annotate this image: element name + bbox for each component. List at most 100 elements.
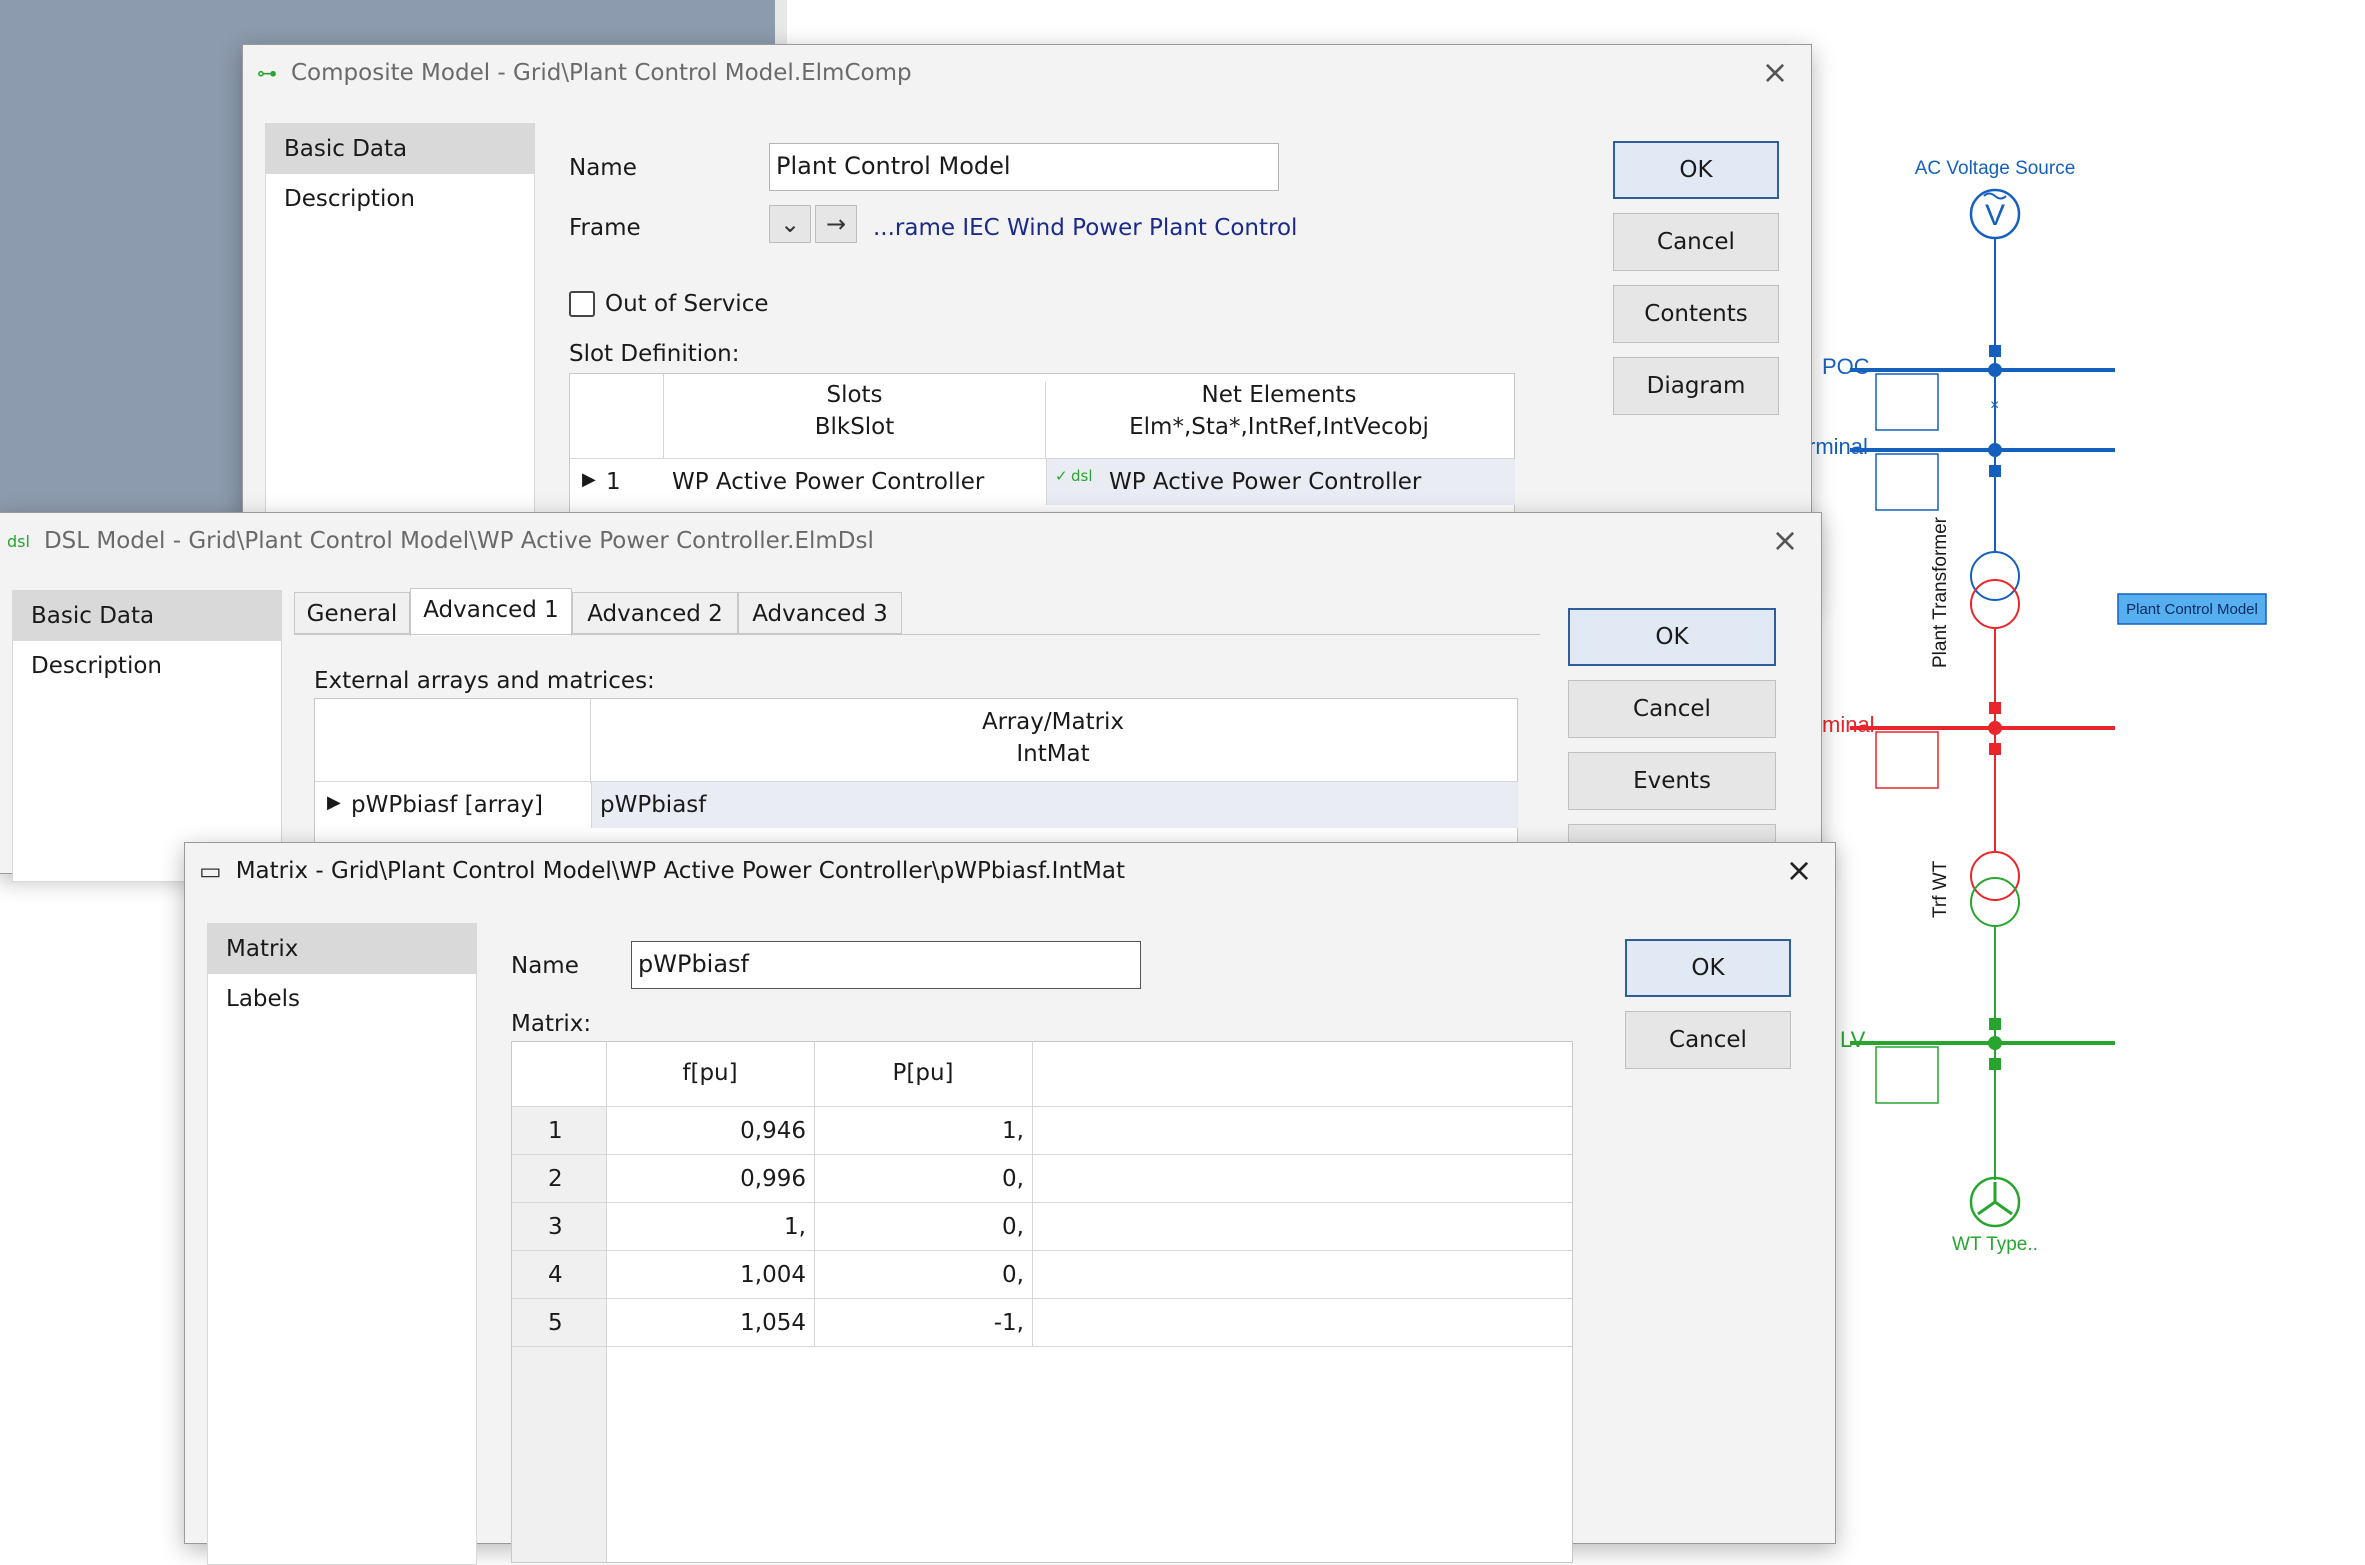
cell-p[interactable]: -1, (814, 1310, 1024, 1336)
name-input[interactable]: Plant Control Model (769, 143, 1279, 191)
nav-labels[interactable]: Labels (208, 974, 476, 1024)
row-index: 3 (548, 1214, 563, 1240)
ext-col-name (315, 699, 591, 783)
plant-control-label: Plant Control Model (2126, 601, 2258, 618)
table-row[interactable]: 4 1,004 0, (512, 1250, 1572, 1299)
row-index: 1 (548, 1118, 563, 1144)
hidden-button[interactable] (1568, 824, 1776, 844)
nav-basic-data[interactable]: Basic Data (266, 124, 534, 174)
col-header-f[interactable]: f[pu] (606, 1060, 814, 1086)
col-header-p[interactable]: P[pu] (814, 1060, 1032, 1086)
frame-link[interactable]: ...rame IEC Wind Power Plant Control (873, 215, 1297, 241)
slot-definition-label: Slot Definition: (569, 341, 740, 367)
array-matrix-header: Array/Matrix (981, 709, 1125, 735)
close-icon[interactable]: × (1769, 524, 1801, 557)
tab-advanced-3[interactable]: Advanced 3 (738, 592, 902, 634)
out-of-service-checkbox[interactable] (569, 291, 595, 317)
row-array-value: pWPbiasf (600, 792, 707, 818)
slot-col-slots[interactable]: Slots BlkSlot (664, 382, 1046, 458)
nav-description[interactable]: Description (266, 174, 534, 224)
expand-arrow-icon[interactable]: ▶ (582, 469, 596, 490)
name-input[interactable]: pWPbiasf (631, 941, 1141, 989)
cell-f[interactable]: 1,004 (606, 1262, 806, 1288)
table-row[interactable]: ▶ pWPbiasf [array] pWPbiasf (315, 781, 1518, 828)
array-matrix-type: IntMat (1016, 741, 1090, 767)
corner-cell (512, 1042, 607, 1106)
arrow-right-icon: → (825, 210, 847, 238)
row-net-cell[interactable]: ✓ dsl WP Active Power Controller (1046, 459, 1515, 505)
table-row[interactable]: 1 0,946 1, (512, 1106, 1572, 1155)
net-type: Elm*,Sta*,IntRef,IntVecobj (1129, 414, 1429, 440)
breaker-4 (1989, 743, 2001, 755)
row-index: 2 (548, 1166, 563, 1192)
name-label: Name (511, 953, 579, 979)
plant-transformer-hv-winding[interactable] (1970, 551, 2020, 601)
slots-type: BlkSlot (814, 414, 895, 440)
bus-terminal-2-box (1875, 731, 1939, 789)
tab-strip-line (294, 634, 1540, 635)
ext-col-array[interactable]: Array/Matrix IntMat (591, 709, 1515, 767)
nav-matrix[interactable]: Matrix (208, 924, 476, 974)
bus-poc-label: POC (1822, 354, 1870, 379)
frame-label: Frame (569, 215, 641, 241)
ok-button[interactable]: OK (1613, 141, 1779, 199)
contents-button[interactable]: Contents (1613, 285, 1779, 343)
cell-p[interactable]: 0, (814, 1262, 1024, 1288)
cell-f[interactable]: 0,946 (606, 1118, 806, 1144)
check-icon: ✓ (1055, 467, 1068, 485)
cell-f[interactable]: 1, (606, 1214, 806, 1240)
cell-p[interactable]: 0, (814, 1214, 1024, 1240)
cell-f[interactable]: 0,996 (606, 1166, 806, 1192)
bus-poc-box (1875, 373, 1939, 431)
row-slot: WP Active Power Controller (672, 469, 985, 495)
diagram-button[interactable]: Diagram (1613, 357, 1779, 415)
table-row[interactable]: ▶ 1 WP Active Power Controller ✓ dsl WP … (570, 458, 1515, 505)
plant-transformer-label: Plant Transformer (1930, 516, 1951, 668)
dsl-nav: Basic Data Description (12, 590, 282, 882)
breaker-5 (1989, 1018, 2001, 1030)
cell-f[interactable]: 1,054 (606, 1310, 806, 1336)
breaker-6 (1989, 1058, 2001, 1070)
nav-description[interactable]: Description (13, 641, 281, 691)
row-index: 4 (548, 1262, 563, 1288)
ok-button[interactable]: OK (1568, 608, 1776, 666)
close-icon[interactable]: × (1783, 854, 1815, 887)
breaker-3 (1989, 702, 2001, 714)
name-label: Name (569, 155, 637, 181)
close-icon[interactable]: × (1759, 56, 1791, 89)
slot-col-net[interactable]: Net Elements Elm*,Sta*,IntRef,IntVecobj (1046, 382, 1512, 440)
dsl-icon: dsl (7, 531, 30, 551)
dsl-tag: dsl (1071, 467, 1093, 485)
tab-advanced-1[interactable]: Advanced 1 (410, 588, 572, 636)
table-row[interactable]: 5 1,054 -1, (512, 1298, 1572, 1347)
source-label: AC Voltage Source (1915, 158, 2076, 179)
out-of-service-label: Out of Service (605, 291, 769, 317)
nav-basic-data[interactable]: Basic Data (13, 591, 281, 641)
cancel-button[interactable]: Cancel (1625, 1011, 1791, 1069)
row-array-value-cell[interactable]: pWPbiasf (591, 782, 1518, 828)
cancel-button[interactable]: Cancel (1613, 213, 1779, 271)
cell-p[interactable]: 1, (814, 1118, 1024, 1144)
external-arrays-label: External arrays and matrices: (314, 668, 655, 694)
dsl-title: DSL Model - Grid\Plant Control Model\WP … (43, 528, 874, 554)
wt-transformer-hv-winding[interactable] (1970, 851, 2020, 901)
cancel-button[interactable]: Cancel (1568, 680, 1776, 738)
source-symbol-letter: V (1985, 199, 2005, 232)
node-lv (1988, 1036, 2002, 1050)
expand-arrow-icon[interactable]: ▶ (327, 792, 341, 813)
events-button[interactable]: Events (1568, 752, 1776, 810)
node-terminal-2 (1988, 721, 2002, 735)
frame-dropdown-button[interactable]: ⌄ (769, 205, 811, 243)
table-row[interactable]: 3 1, 0, (512, 1202, 1572, 1251)
frame-jump-button[interactable]: → (815, 205, 857, 243)
open-switch-mark: × (1990, 397, 1999, 414)
tab-advanced-2[interactable]: Advanced 2 (572, 592, 738, 634)
table-row[interactable]: 2 0,996 0, (512, 1154, 1572, 1203)
dsl-titlebar: dsl DSL Model - Grid\Plant Control Model… (0, 513, 1821, 569)
node-poc (1988, 363, 2002, 377)
matrix-label: Matrix: (511, 1011, 592, 1037)
ok-button[interactable]: OK (1625, 939, 1791, 997)
cell-p[interactable]: 0, (814, 1166, 1024, 1192)
row-array-name: pWPbiasf [array] (351, 792, 543, 818)
tab-general[interactable]: General (294, 592, 410, 634)
